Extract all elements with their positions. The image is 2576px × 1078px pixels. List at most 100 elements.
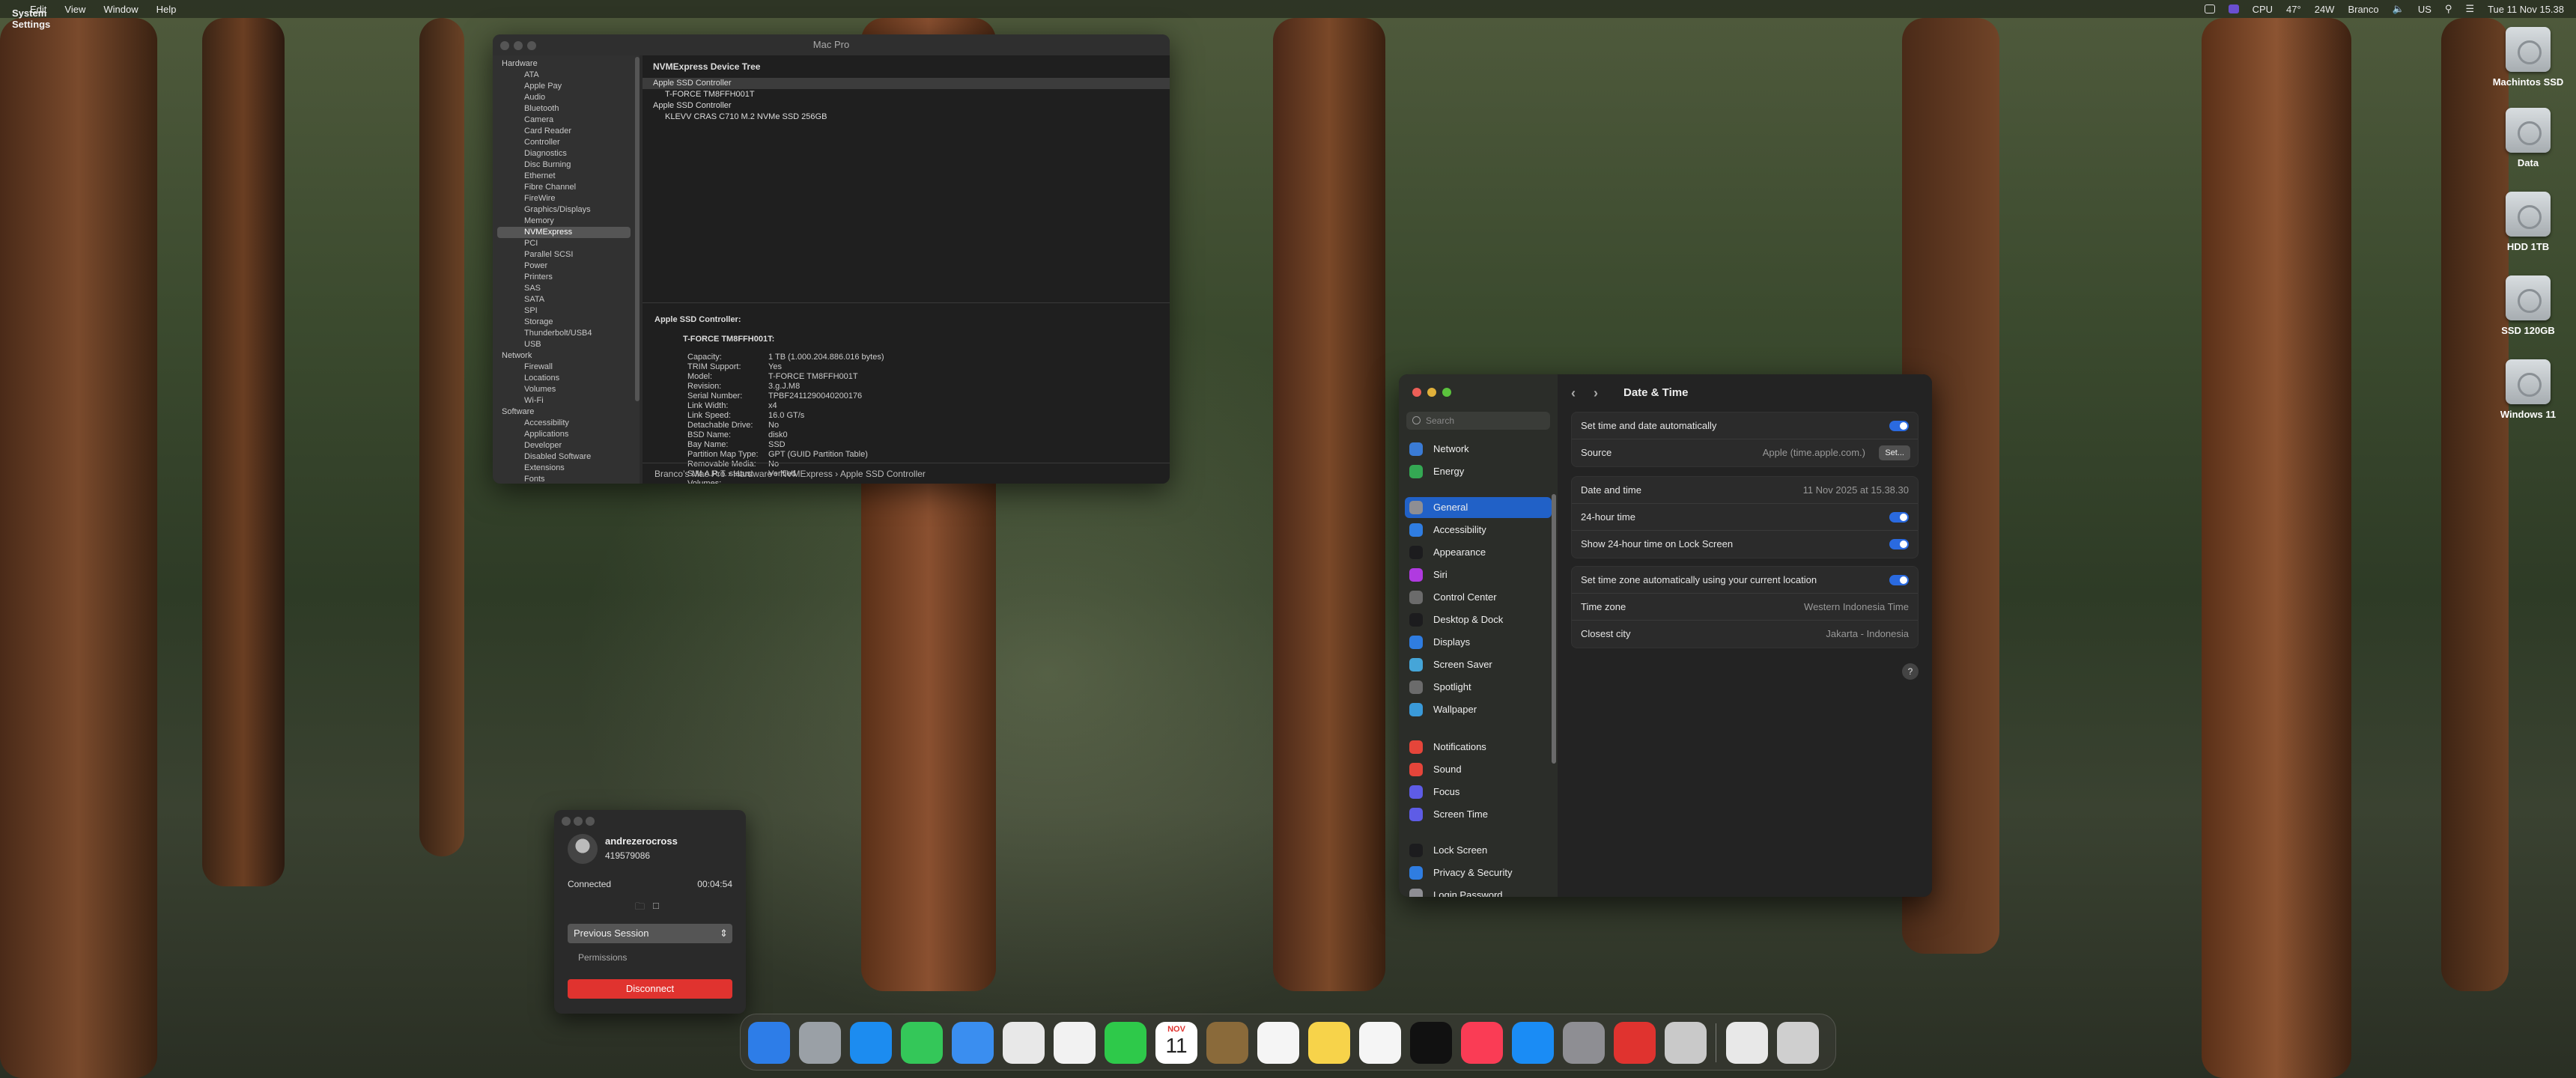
sidebar-item[interactable]: Storage — [493, 317, 640, 328]
sidebar-item[interactable]: Disc Burning — [493, 159, 640, 171]
sidebar-group[interactable]: Hardware — [493, 58, 640, 70]
freeform-icon[interactable] — [1359, 1022, 1401, 1064]
sidebar-group[interactable]: Software — [493, 406, 640, 418]
sidebar-item-energy[interactable]: Energy — [1405, 461, 1552, 482]
screen-icon[interactable] — [2204, 4, 2215, 13]
sidebar-item[interactable]: Applications — [493, 429, 640, 440]
zoom-button[interactable] — [527, 41, 536, 50]
sidebar-item[interactable]: Extensions — [493, 463, 640, 474]
sidebar-item[interactable]: SPI — [493, 305, 640, 317]
sidebar-item-spotlight[interactable]: Spotlight — [1405, 677, 1552, 698]
desktop-drive-windows[interactable]: Windows 11 — [2483, 359, 2573, 420]
24h-toggle[interactable] — [1889, 512, 1909, 523]
sidebar-item-siri[interactable]: Siri — [1405, 564, 1552, 585]
menu-view[interactable]: View — [64, 4, 85, 15]
sidebar-item[interactable]: Locations — [493, 373, 640, 384]
reminders-icon[interactable] — [1257, 1022, 1299, 1064]
sidebar-item-general[interactable]: General — [1405, 497, 1552, 518]
sidebar-item[interactable]: Power — [493, 261, 640, 272]
cpu-status[interactable]: CPU — [2253, 4, 2273, 15]
menu-help[interactable]: Help — [157, 4, 177, 15]
desktop-drive-hdd[interactable]: HDD 1TB — [2483, 192, 2573, 252]
tv-icon[interactable] — [1410, 1022, 1452, 1064]
safari-icon[interactable] — [850, 1022, 892, 1064]
sidebar-item[interactable]: Controller — [493, 137, 640, 148]
sidebar-item[interactable]: SATA — [493, 294, 640, 305]
calendar-icon[interactable]: NOV 11 — [1155, 1022, 1197, 1064]
sidebar-item-lock-screen[interactable]: Lock Screen — [1405, 840, 1552, 861]
notes-brown-icon[interactable] — [1206, 1022, 1248, 1064]
sidebar-scrollbar[interactable] — [1552, 494, 1556, 764]
volume-icon[interactable]: 🔈 — [2393, 3, 2405, 15]
desktop-drive-ssd120[interactable]: SSD 120GB — [2483, 275, 2573, 336]
sidebar-item-sound[interactable]: Sound — [1405, 759, 1552, 780]
sidebar-item[interactable]: Printers — [493, 272, 640, 283]
minimize-button[interactable] — [574, 817, 583, 826]
sidebar-item-displays[interactable]: Displays — [1405, 632, 1552, 653]
preview-icon[interactable] — [1726, 1022, 1768, 1064]
sidebar-item[interactable]: ATA — [493, 70, 640, 81]
sidebar-item[interactable]: NVMExpress — [497, 227, 631, 238]
tree-row[interactable]: Apple SSD Controller — [643, 100, 1170, 112]
sidebar-item[interactable]: Memory — [493, 216, 640, 227]
maps-icon[interactable] — [1003, 1022, 1045, 1064]
temp-status[interactable]: 47° — [2286, 4, 2301, 15]
sidebar-item[interactable]: Card Reader — [493, 126, 640, 137]
24h-lock-toggle[interactable] — [1889, 539, 1909, 549]
power-status[interactable]: 24W — [2315, 4, 2335, 15]
messages-icon[interactable] — [901, 1022, 943, 1064]
sidebar-item[interactable]: USB — [493, 339, 640, 350]
spotlight-icon[interactable]: ⚲ — [2445, 3, 2452, 15]
auto-time-toggle[interactable] — [1889, 421, 1909, 431]
sidebar-item[interactable]: SAS — [493, 283, 640, 294]
forward-arrow-icon[interactable]: › — [1594, 374, 1598, 412]
appstore-icon[interactable] — [1512, 1022, 1554, 1064]
sidebar-item[interactable]: Firewall — [493, 362, 640, 373]
sidebar-item[interactable]: Audio — [493, 92, 640, 103]
chat-icon[interactable]: □ — [653, 900, 659, 911]
desktop-drive-machintos-ssd[interactable]: Machintos SSD — [2483, 27, 2573, 88]
menubar-clock[interactable]: Tue 11 Nov 15.38 — [2488, 4, 2564, 15]
sidebar-item-network[interactable]: Network — [1405, 439, 1552, 460]
close-button[interactable] — [562, 817, 571, 826]
sidebar-item[interactable]: FireWire — [493, 193, 640, 204]
sidebar-item-desktop-dock[interactable]: Desktop & Dock — [1405, 609, 1552, 630]
minimize-button[interactable] — [514, 41, 523, 50]
sidebar-item[interactable]: Fibre Channel — [493, 182, 640, 193]
sidebar-scrollbar[interactable] — [635, 57, 640, 401]
tz-auto-toggle[interactable] — [1889, 575, 1909, 585]
sidebar-item[interactable]: Camera — [493, 115, 640, 126]
sidebar-item-control-center[interactable]: Control Center — [1405, 587, 1552, 608]
close-button[interactable] — [500, 41, 509, 50]
tree-row[interactable]: Apple SSD Controller — [643, 78, 1170, 89]
settings-icon[interactable] — [1563, 1022, 1605, 1064]
sidebar-item[interactable]: Wi-Fi — [493, 395, 640, 406]
sidebar-item[interactable]: Fonts — [493, 474, 640, 484]
facetime-icon[interactable] — [1105, 1022, 1146, 1064]
finder-icon[interactable] — [748, 1022, 790, 1064]
permissions-toggle[interactable]: Permissions — [578, 952, 627, 963]
control-center-icon[interactable]: ☰ — [2465, 3, 2474, 15]
anydesk-icon[interactable] — [1614, 1022, 1656, 1064]
menu-window[interactable]: Window — [103, 4, 138, 15]
sidebar-item[interactable]: Thunderbolt/USB4 — [493, 328, 640, 339]
tree-row[interactable]: KLEVV CRAS C710 M.2 NVMe SSD 256GB — [643, 112, 1170, 123]
photos-icon[interactable] — [1054, 1022, 1096, 1064]
file-transfer-icon[interactable]: 🗀 — [635, 900, 645, 916]
zoom-button[interactable] — [586, 817, 595, 826]
sidebar-item-appearance[interactable]: Appearance — [1405, 542, 1552, 563]
sidebar-item[interactable]: Developer — [493, 440, 640, 451]
sidebar-item-accessibility[interactable]: Accessibility — [1405, 520, 1552, 540]
sidebar-item-notifications[interactable]: Notifications — [1405, 737, 1552, 758]
set-source-button[interactable]: Set... — [1879, 445, 1910, 460]
sidebar-item[interactable]: Accessibility — [493, 418, 640, 429]
back-arrow-icon[interactable]: ‹ — [1571, 374, 1576, 412]
stage-manager-icon[interactable] — [2228, 4, 2239, 13]
close-button[interactable] — [1412, 388, 1421, 397]
row-date-time[interactable]: Date and time 11 Nov 2025 at 15.38.30 — [1572, 477, 1918, 504]
automator-icon[interactable] — [1665, 1022, 1707, 1064]
sidebar-item-privacy-security[interactable]: Privacy & Security — [1405, 862, 1552, 883]
sidebar-item[interactable]: Volumes — [493, 384, 640, 395]
trash-icon[interactable] — [1777, 1022, 1819, 1064]
disconnect-button[interactable]: Disconnect — [568, 979, 732, 999]
